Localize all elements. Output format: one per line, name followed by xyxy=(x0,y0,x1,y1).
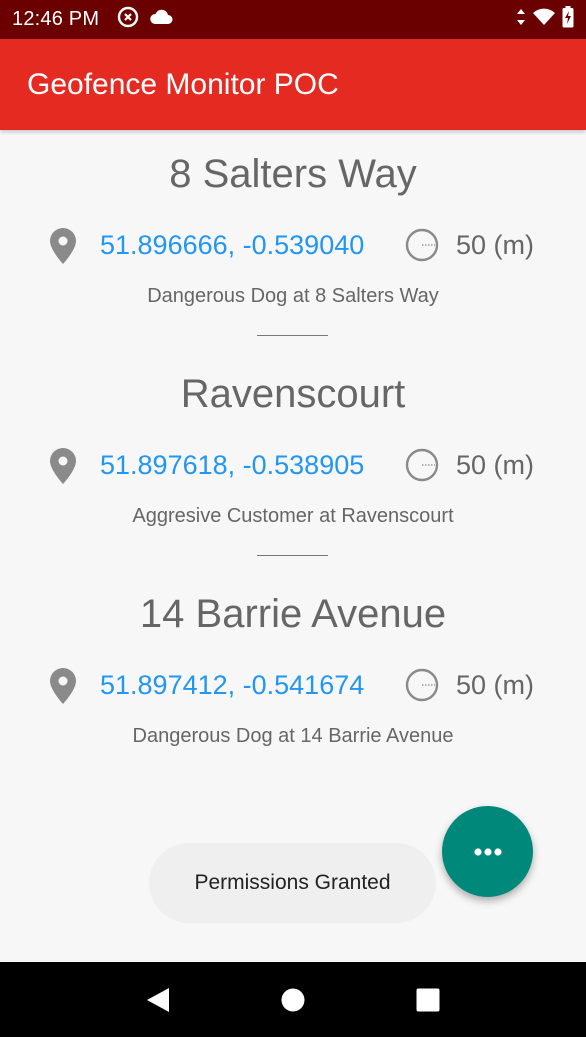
geofence-info-row: 51.896666, -0.539040 50 (m) xyxy=(0,226,586,270)
location-pin-icon xyxy=(50,668,76,704)
status-time: 12:46 PM xyxy=(12,8,100,30)
app-bar: Geofence Monitor POC xyxy=(0,39,586,130)
geofence-coordinates-link[interactable]: 51.896666, -0.539040 xyxy=(100,230,364,261)
geofence-description: Dangerous Dog at 14 Barrie Avenue xyxy=(132,725,454,747)
home-icon xyxy=(281,988,305,1011)
back-icon xyxy=(146,987,169,1012)
geofence-title: 8 Salters Way xyxy=(169,152,417,196)
sync-disabled-icon xyxy=(117,6,139,34)
geofence-title: 14 Barrie Avenue xyxy=(139,592,447,636)
status-bar: 12:46 PM xyxy=(0,0,586,39)
recents-button[interactable] xyxy=(404,976,452,1024)
geofence-item: 14 Barrie Avenue 51.897412, -0.541674 50… xyxy=(0,570,586,790)
recents-icon xyxy=(416,988,440,1011)
data-arrows-icon xyxy=(516,8,526,32)
divider xyxy=(257,555,328,556)
geofence-radius: 50 (m) xyxy=(456,450,535,480)
back-button[interactable] xyxy=(134,976,182,1024)
geofence-radius: 50 (m) xyxy=(456,230,535,260)
geofence-coordinates-link[interactable]: 51.897618, -0.538905 xyxy=(100,450,364,481)
location-pin-icon xyxy=(50,228,76,264)
toast-text: Permissions Granted xyxy=(194,871,391,894)
location-pin-icon xyxy=(50,448,76,484)
navigation-bar xyxy=(0,962,586,1037)
wifi-icon xyxy=(532,8,556,32)
battery-icon xyxy=(562,5,574,34)
radius-icon xyxy=(405,228,439,262)
geofence-item: Ravenscourt 51.897618, -0.538905 50 (m) … xyxy=(0,350,586,570)
radius-icon xyxy=(405,448,439,482)
status-icons-right xyxy=(516,5,574,34)
status-icons-left xyxy=(117,6,173,34)
geofence-item: 8 Salters Way 51.896666, -0.539040 50 (m… xyxy=(0,130,586,350)
radius-icon xyxy=(405,668,439,702)
geofence-info-row: 51.897412, -0.541674 50 (m) xyxy=(0,666,586,710)
geofence-radius: 50 (m) xyxy=(456,670,535,700)
app-title: Geofence Monitor POC xyxy=(27,67,339,101)
geofence-description: Aggresive Customer at Ravenscourt xyxy=(132,505,454,527)
geofence-title: Ravenscourt xyxy=(180,372,406,416)
more-horiz-icon xyxy=(473,847,502,856)
toast-message: Permissions Granted xyxy=(149,843,436,923)
geofence-info-row: 51.897618, -0.538905 50 (m) xyxy=(0,446,586,490)
geofence-coordinates-link[interactable]: 51.897412, -0.541674 xyxy=(100,670,364,701)
geofence-list: 8 Salters Way 51.896666, -0.539040 50 (m… xyxy=(0,130,586,790)
geofence-description: Dangerous Dog at 8 Salters Way xyxy=(147,285,439,307)
divider xyxy=(257,335,328,336)
home-button[interactable] xyxy=(269,976,317,1024)
cloud-icon xyxy=(149,8,173,31)
more-options-fab[interactable] xyxy=(442,806,533,897)
